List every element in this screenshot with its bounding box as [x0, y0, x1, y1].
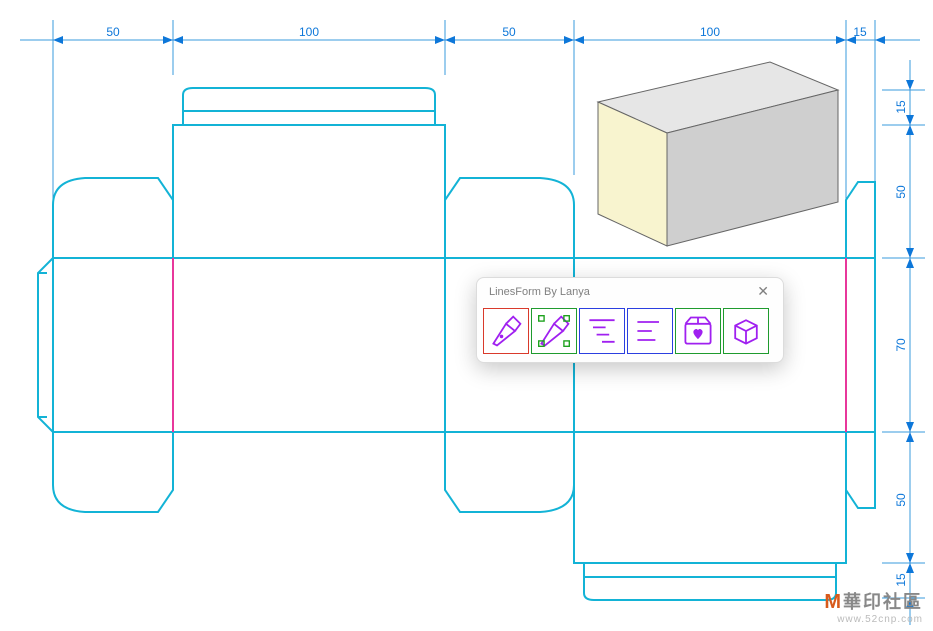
dim-right-2: 70: [894, 338, 908, 352]
dim-right-4: 15: [894, 573, 908, 587]
dim-top-1: 100: [299, 25, 319, 39]
dim-right-0: 15: [894, 100, 908, 114]
box-heart-icon[interactable]: [675, 308, 721, 354]
close-icon[interactable]: ✕: [753, 283, 773, 300]
box-3d-preview: [598, 62, 838, 246]
dim-top-2: 50: [502, 25, 516, 39]
right-dimensions: 15 50 70 50 15: [882, 60, 925, 625]
toolbar-title: LinesForm By Lanya: [489, 286, 590, 298]
drawing-canvas: 50 100 50 100 15 15 50 70 50 15: [0, 0, 933, 631]
dim-right-1: 50: [894, 185, 908, 199]
dim-right-3: 50: [894, 493, 908, 507]
pen-tool-icon[interactable]: [483, 308, 529, 354]
dim-top-3: 100: [700, 25, 720, 39]
dim-top-4: 15: [853, 25, 867, 39]
align-lines-icon[interactable]: [627, 308, 673, 354]
pen-select-icon[interactable]: [531, 308, 577, 354]
linesform-toolbar[interactable]: LinesForm By Lanya ✕: [476, 277, 784, 363]
stairs-lines-icon[interactable]: [579, 308, 625, 354]
box-3d-icon[interactable]: [723, 308, 769, 354]
dim-top-0: 50: [106, 25, 120, 39]
